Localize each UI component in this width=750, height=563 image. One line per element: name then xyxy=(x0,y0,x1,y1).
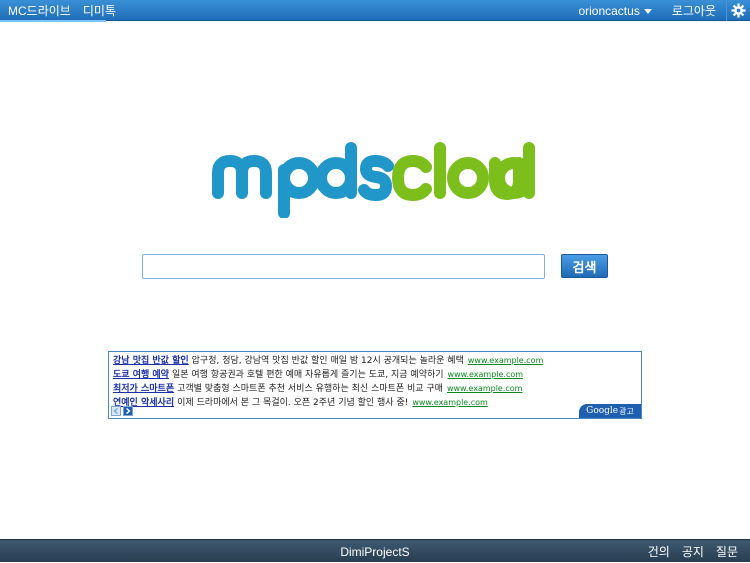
logout-link[interactable]: 로그아웃 xyxy=(662,2,726,19)
nav-link-dimitalk[interactable]: 디미톡 xyxy=(83,2,116,19)
ads-label: 광고 xyxy=(619,406,634,416)
ad-title[interactable]: 최저가 스마트폰 xyxy=(113,384,174,394)
footer-title: DimiProjectS xyxy=(340,544,410,559)
ad-item: 도쿄 여행 예약 일본 여행 항공권과 호텔 편한 예매 자유롭게 즐기는 도쿄,… xyxy=(113,368,523,381)
username: orioncactus xyxy=(578,3,640,18)
ad-url[interactable]: www.example.com xyxy=(448,370,524,379)
ad-description: 압구정, 청담, 강남역 맛집 반값 할인 매일 밤 12시 공개되는 놀라운 … xyxy=(191,356,464,366)
footer-bar: DimiProjectS 건의 공지 질문 xyxy=(0,539,750,562)
google-logo-text: Google xyxy=(586,406,619,416)
ad-item: 강남 맛집 반값 할인 압구정, 청담, 강남역 맛집 반값 할인 매일 밤 12… xyxy=(113,354,543,367)
search-input[interactable] xyxy=(142,254,545,279)
footer-links: 건의 공지 질문 xyxy=(648,540,738,563)
active-tab-indicator xyxy=(0,20,106,22)
ad-description: 고객별 맞춤형 스마트폰 추천 서비스 유행하는 최신 스마트폰 비교 구매 xyxy=(177,384,443,394)
chevron-right-icon xyxy=(126,408,131,414)
ad-title[interactable]: 도쿄 여행 예약 xyxy=(113,370,169,380)
ad-item: 연예인 악세사리 이제 드라마에서 본 그 목걸이. 오픈 2주년 기념 할인 행… xyxy=(113,396,488,409)
search-button[interactable]: 검색 xyxy=(561,254,608,278)
ad-next-button[interactable] xyxy=(123,406,133,416)
footer-link-suggest[interactable]: 건의 xyxy=(648,543,670,560)
mpds-cloud-logo: mpds cloud xyxy=(208,138,542,219)
gear-icon xyxy=(731,3,746,18)
user-menu: orioncactus 로그아웃 xyxy=(578,0,750,21)
user-dropdown[interactable]: orioncactus xyxy=(578,4,661,18)
caret-down-icon xyxy=(643,8,652,14)
chevron-left-icon xyxy=(113,408,118,414)
ad-url[interactable]: www.example.com xyxy=(412,398,488,407)
top-nav: MC드라이브 디미톡 xyxy=(8,0,116,21)
ad-pager xyxy=(111,406,133,416)
footer-link-question[interactable]: 질문 xyxy=(716,543,738,560)
ad-box: 강남 맛집 반값 할인 압구정, 청담, 강남역 맛집 반값 할인 매일 밤 12… xyxy=(108,351,642,419)
nav-link-mc-drive[interactable]: MC드라이브 xyxy=(8,2,71,19)
ad-item: 최저가 스마트폰 고객별 맞춤형 스마트폰 추천 서비스 유행하는 최신 스마트폰… xyxy=(113,382,522,395)
ad-url[interactable]: www.example.com xyxy=(468,356,544,365)
google-ads-badge[interactable]: Google 광고 xyxy=(579,404,641,418)
settings-button[interactable] xyxy=(726,0,750,21)
ad-prev-button[interactable] xyxy=(111,406,121,416)
ad-description: 일본 여행 항공권과 호텔 편한 예매 자유롭게 즐기는 도쿄, 지금 예약하기 xyxy=(171,370,444,380)
ad-description: 이제 드라마에서 본 그 목걸이. 오픈 2주년 기념 할인 행사 중! xyxy=(177,398,409,408)
top-bar: MC드라이브 디미톡 orioncactus 로그아웃 xyxy=(0,0,750,22)
footer-link-notice[interactable]: 공지 xyxy=(682,543,704,560)
ad-url[interactable]: www.example.com xyxy=(447,384,523,393)
ad-title[interactable]: 강남 맛집 반값 할인 xyxy=(113,356,189,366)
